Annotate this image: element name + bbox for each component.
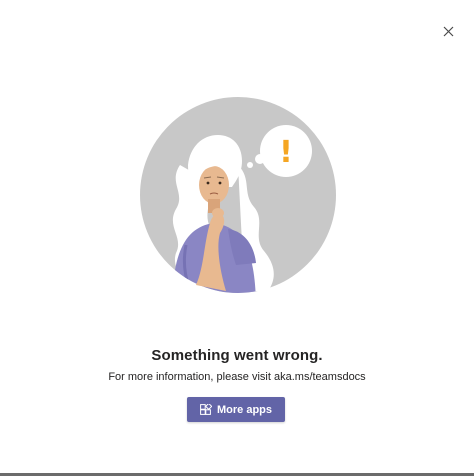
error-illustration: ! <box>140 97 336 293</box>
more-apps-label: More apps <box>216 403 272 416</box>
error-title: Something went wrong. <box>151 347 323 364</box>
close-button[interactable] <box>437 20 459 42</box>
face-shape <box>199 166 229 204</box>
close-icon <box>443 26 453 36</box>
exclamation-icon: ! <box>279 135 293 170</box>
error-dialog: ! Something went wrong. For more informa… <box>0 0 474 476</box>
error-message: For more information, please visit aka.m… <box>108 371 366 383</box>
apps-icon <box>200 403 212 416</box>
more-apps-button[interactable]: More apps <box>187 397 285 422</box>
